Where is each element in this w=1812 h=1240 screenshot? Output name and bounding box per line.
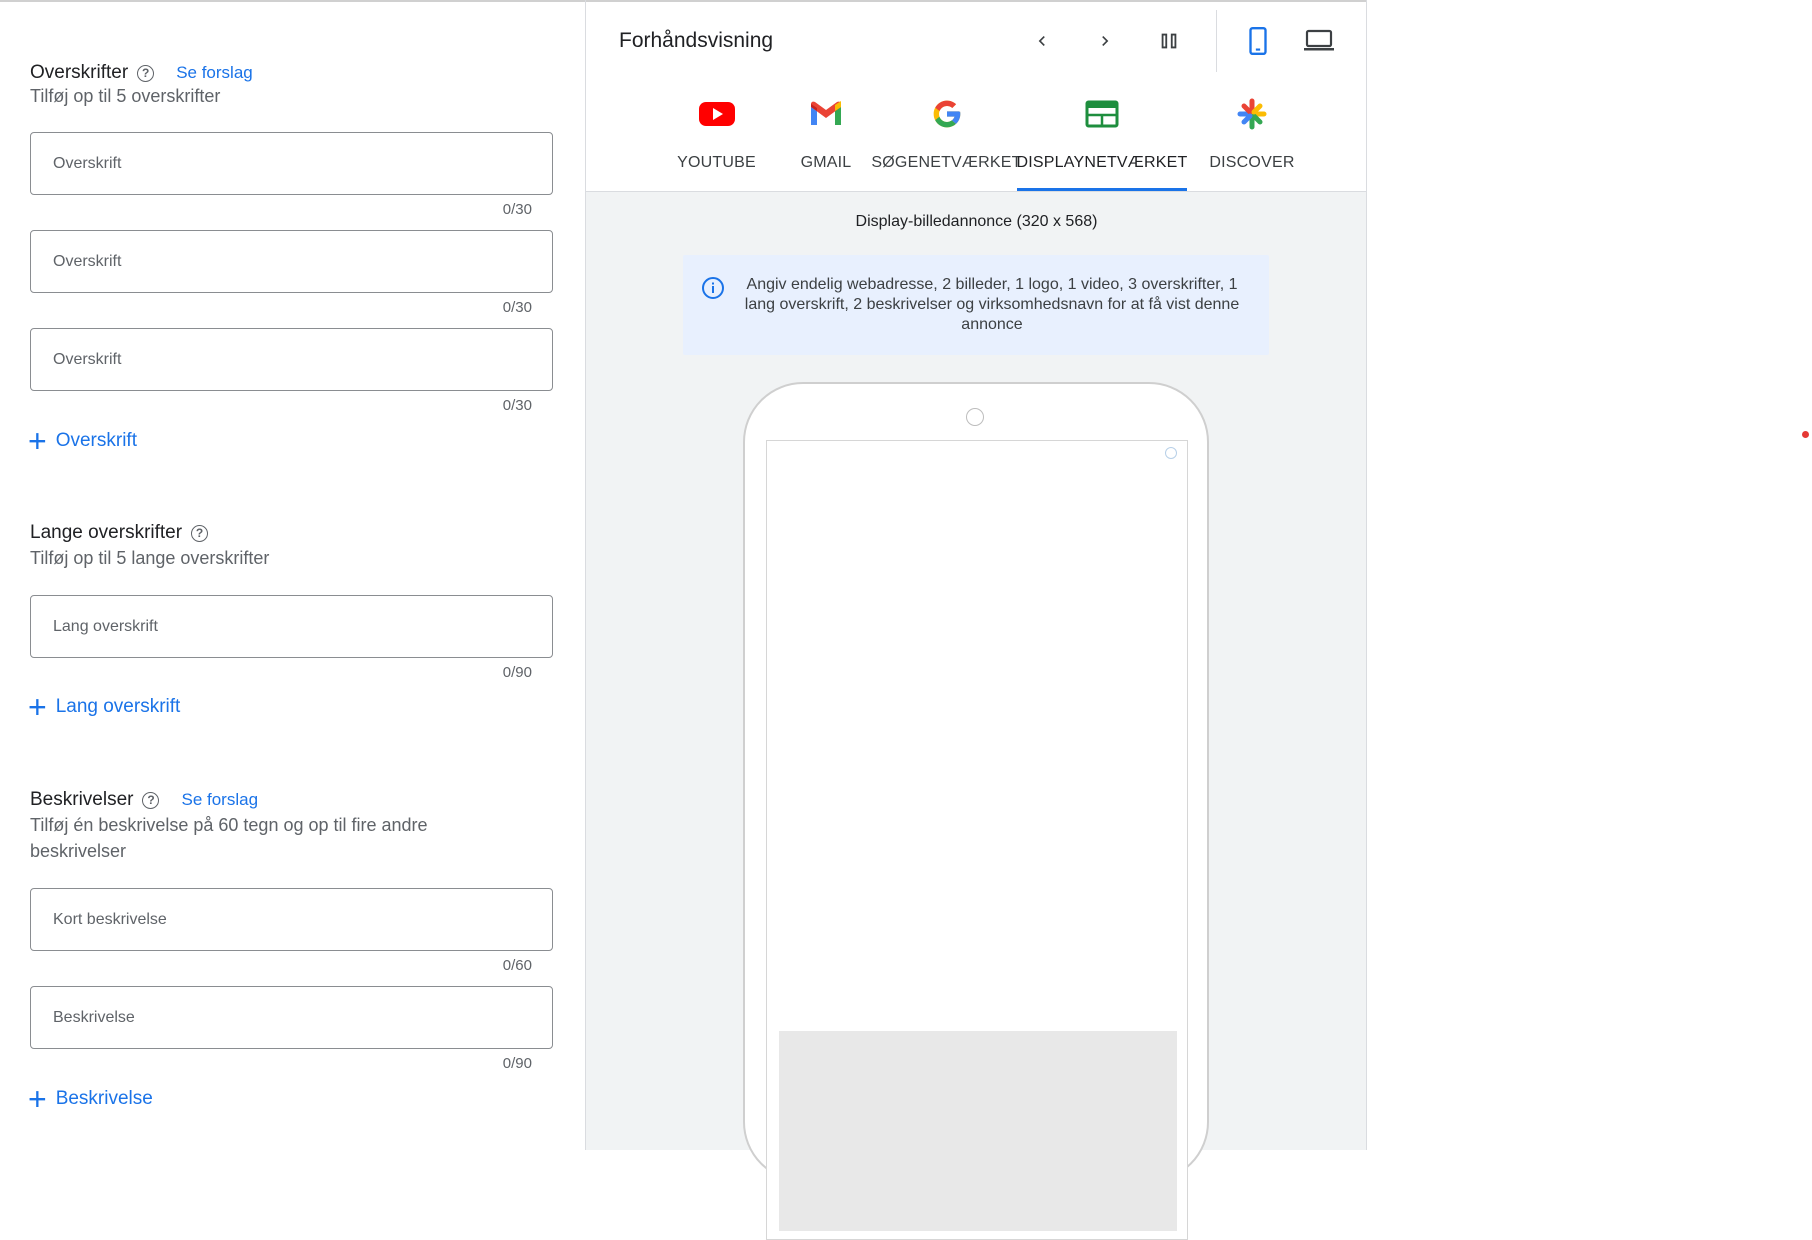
gmail-icon: [809, 92, 843, 136]
headline-input-2[interactable]: [31, 231, 552, 292]
long-headline-field-1[interactable]: [30, 595, 553, 658]
chevron-left-icon: [1038, 36, 1045, 46]
char-counter: 0/30: [502, 397, 532, 414]
plus-icon: +: [28, 689, 47, 725]
long-headlines-subtitle: Tilføj op til 5 lange overskrifter: [30, 548, 270, 568]
google-icon: [931, 92, 963, 136]
toolbar-divider: [1216, 10, 1217, 72]
headline-input-3[interactable]: [31, 329, 552, 390]
tab-search-network[interactable]: SØGENETVÆRKET: [871, 88, 1021, 191]
add-description-button[interactable]: + Beskrivelse: [28, 1083, 153, 1115]
tab-discover[interactable]: DISCOVER: [1187, 88, 1317, 191]
chevron-right-icon: [1102, 36, 1109, 46]
description-field-1[interactable]: [30, 888, 553, 951]
tab-youtube[interactable]: YOUTUBE: [658, 88, 775, 191]
grid-view-button[interactable]: [1150, 22, 1188, 60]
plus-icon: +: [28, 1081, 47, 1117]
next-button[interactable]: [1086, 22, 1124, 60]
preview-panel: Forhåndsvisning YOUTUBE GMAIL SØGENETVÆR…: [585, 0, 1367, 1240]
tab-label: GMAIL: [800, 154, 852, 171]
description-field-2[interactable]: [30, 986, 553, 1049]
headlines-suggestions-link[interactable]: Se forslag: [176, 63, 253, 83]
tabs-divider: [586, 191, 1367, 192]
add-long-headline-button[interactable]: + Lang overskrift: [28, 691, 180, 723]
add-description-label: Beskrivelse: [55, 1088, 153, 1109]
headlines-title: Overskrifter: [30, 62, 129, 83]
display-icon: [1085, 92, 1119, 136]
headlines-subtitle: Tilføj op til 5 overskrifter: [30, 86, 221, 106]
char-counter: 0/30: [502, 299, 532, 316]
headline-field-2[interactable]: [30, 230, 553, 293]
tab-label: DISPLAYNETVÆRKET: [1016, 154, 1188, 171]
help-icon[interactable]: ?: [191, 524, 209, 542]
add-long-headline-label: Lang overskrift: [55, 696, 181, 717]
descriptions-subtitle: Tilføj én beskrivelse på 60 tegn og op t…: [30, 815, 428, 861]
char-counter: 0/60: [502, 957, 532, 974]
help-icon[interactable]: ?: [137, 64, 155, 82]
ad-format-title: Display-billedannonce (320 x 568): [855, 213, 1098, 230]
tab-display-network[interactable]: DISPLAYNETVÆRKET: [1017, 88, 1187, 191]
add-headline-button[interactable]: + Overskrift: [28, 425, 137, 457]
descriptions-title: Beskrivelser: [30, 789, 134, 810]
discover-icon: [1235, 92, 1269, 136]
tab-label: YOUTUBE: [677, 154, 756, 171]
char-counter: 0/30: [502, 201, 532, 218]
help-icon[interactable]: ?: [142, 791, 160, 809]
long-headlines-title: Lange overskrifter: [30, 522, 183, 543]
headline-field-3[interactable]: [30, 328, 553, 391]
phone-mockup: [743, 382, 1209, 1240]
ad-choices-icon[interactable]: [1165, 447, 1177, 459]
preview-title: Forhåndsvisning: [619, 29, 774, 52]
descriptions-header: Beskrivelser ? Se forslag: [30, 789, 258, 811]
phone-camera: [966, 408, 984, 426]
ad-image-placeholder: [779, 1031, 1177, 1231]
tab-label: DISCOVER: [1209, 154, 1295, 171]
cursor-dot: [1802, 431, 1809, 438]
tab-label: SØGENETVÆRKET: [871, 154, 1022, 171]
smartphone-icon: [1249, 26, 1267, 56]
char-counter: 0/90: [502, 664, 532, 681]
headline-input-1[interactable]: [31, 133, 552, 194]
asset-form: Overskrifter ? Se forslag Tilføj op til …: [0, 0, 585, 1150]
mobile-view-button[interactable]: [1239, 22, 1277, 60]
headline-field-1[interactable]: [30, 132, 553, 195]
columns-icon: [1161, 33, 1177, 49]
panel-edge: [1366, 0, 1367, 1150]
descriptions-suggestions-link[interactable]: Se forslag: [181, 790, 258, 810]
add-headline-label: Overskrift: [55, 430, 137, 451]
description-input[interactable]: [31, 987, 552, 1048]
long-headlines-header: Lange overskrifter ?: [30, 522, 209, 544]
long-headline-input-1[interactable]: [31, 596, 552, 657]
info-icon: [701, 276, 725, 305]
plus-icon: +: [28, 423, 47, 459]
youtube-icon: [698, 92, 735, 136]
laptop-icon: [1304, 29, 1334, 51]
phone-screen: [766, 440, 1188, 1240]
previous-button[interactable]: [1023, 22, 1061, 60]
desktop-view-button[interactable]: [1300, 22, 1338, 60]
tab-gmail[interactable]: GMAIL: [776, 88, 876, 191]
headlines-header: Overskrifter ? Se forslag: [30, 62, 253, 84]
info-banner: Angiv endelig webadresse, 2 billeder, 1 …: [683, 255, 1269, 355]
char-counter: 0/90: [502, 1055, 532, 1072]
short-description-input[interactable]: [31, 889, 552, 950]
info-message: Angiv endelig webadresse, 2 billeder, 1 …: [744, 276, 1240, 333]
